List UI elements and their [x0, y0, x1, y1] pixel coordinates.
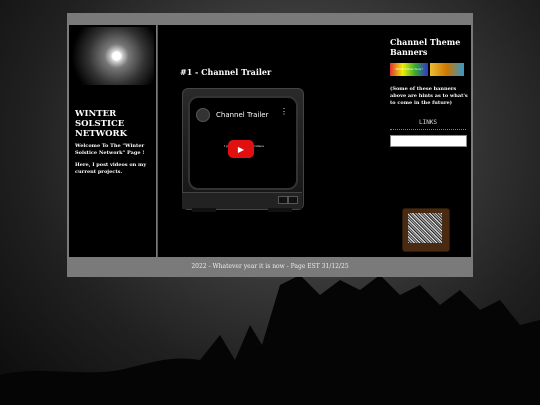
top-bar [67, 13, 473, 25]
channel-avatar[interactable] [196, 108, 210, 122]
tv-foot-left [192, 208, 216, 212]
intro-text: Here, I post videos on my current projec… [75, 162, 147, 175]
links-box[interactable] [390, 135, 467, 147]
links-heading: LINKS [390, 117, 466, 130]
banners-title: Channel Theme Banners [390, 37, 461, 57]
welcome-text: Welcome To The "Winter Solstice Network"… [75, 143, 145, 156]
static-noise [408, 213, 442, 243]
tv-knob-icon [288, 196, 298, 204]
tree-silhouette-background [0, 275, 540, 405]
site-title: WINTER SOLSTICE NETWORK [75, 109, 127, 139]
left-sidebar: WINTER SOLSTICE NETWORK Welcome To The "… [69, 25, 156, 257]
right-sidebar: Channel Theme Banners WICK Films Now! (S… [384, 25, 471, 257]
youtube-play-icon[interactable]: ▶ [228, 140, 254, 158]
banner-wick-films[interactable]: WICK Films Now! [390, 63, 428, 76]
more-vert-icon[interactable]: ⋮ [280, 108, 288, 116]
video-header: Channel Trailer [196, 108, 268, 122]
video-title[interactable]: Channel Trailer [216, 111, 268, 119]
banners-note: (Some of these banners above are hints a… [390, 86, 468, 106]
footer: 2022 - Whatever year it is now - Page ES… [67, 257, 473, 277]
moon-image [71, 27, 154, 85]
banner-cartoon[interactable] [430, 63, 464, 76]
post-title: #1 - Channel Trailer [180, 67, 272, 77]
main-content: #1 - Channel Trailer Channel Trailer ⋮ I… [157, 25, 385, 257]
tv-foot-right [268, 208, 292, 212]
page-frame: WINTER SOLSTICE NETWORK Welcome To The "… [67, 13, 473, 277]
banner-row: WICK Films Now! [390, 63, 464, 76]
static-tv-image [402, 208, 450, 252]
video-player[interactable]: Channel Trailer ⋮ I put what I… …ew vide… [188, 96, 298, 190]
tv-knob-icon [278, 196, 288, 204]
tv-video-frame: Channel Trailer ⋮ I put what I… …ew vide… [182, 88, 304, 228]
